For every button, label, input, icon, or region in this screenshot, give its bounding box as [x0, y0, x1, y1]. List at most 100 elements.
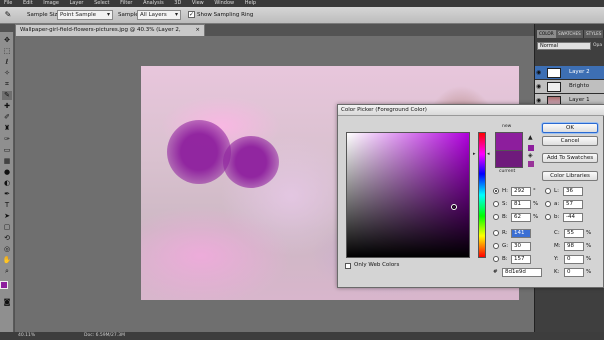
- lab-a-input[interactable]: 57: [563, 200, 583, 209]
- menu-layer[interactable]: Layer: [70, 0, 84, 6]
- pen-tool-icon[interactable]: ✒: [2, 190, 12, 199]
- menu-view[interactable]: View: [192, 0, 204, 6]
- brightness-radio[interactable]: [493, 214, 499, 220]
- document-tab[interactable]: Wallpaper-girl-field-flowers-pictures.jp…: [15, 24, 205, 44]
- blue-radio[interactable]: [493, 256, 499, 262]
- black-input[interactable]: 0: [564, 268, 584, 277]
- shape-tool-icon[interactable]: ▢: [2, 223, 12, 232]
- close-icon[interactable]: ×: [195, 25, 200, 36]
- eyedropper-icon[interactable]: ✎: [3, 10, 13, 19]
- quick-select-tool-icon[interactable]: ✧: [2, 69, 12, 78]
- eye-icon[interactable]: ◉: [536, 69, 543, 76]
- green-radio[interactable]: [493, 243, 499, 249]
- menu-window[interactable]: Window: [214, 0, 234, 6]
- current-color-swatch[interactable]: [495, 150, 523, 168]
- zoom-level[interactable]: 40.11%: [18, 332, 35, 340]
- tab-swatches[interactable]: SWATCHES: [556, 30, 584, 38]
- hue-input[interactable]: 292: [511, 187, 531, 196]
- hand-tool-icon[interactable]: ✋: [2, 256, 12, 265]
- type-tool-icon[interactable]: T: [2, 201, 12, 210]
- painted-purple-spot: [167, 120, 231, 184]
- green-input[interactable]: 30: [511, 242, 531, 251]
- hue-slider[interactable]: [478, 132, 486, 258]
- marquee-tool-icon[interactable]: ⬚: [2, 47, 12, 56]
- foreground-color-swatch[interactable]: [0, 281, 8, 289]
- eye-icon[interactable]: ◉: [536, 83, 543, 90]
- healing-brush-tool-icon[interactable]: ✚: [2, 102, 12, 111]
- red-radio[interactable]: [493, 230, 499, 236]
- web-safe-color-swatch[interactable]: [528, 161, 534, 167]
- layer-thumbnail: [547, 68, 561, 78]
- saturation-radio[interactable]: [493, 201, 499, 207]
- sample-select[interactable]: All Layers: [137, 10, 181, 20]
- layer-row[interactable]: ◉ Brighto: [535, 80, 604, 94]
- dialog-title[interactable]: Color Picker (Foreground Color): [338, 105, 604, 116]
- lab-b-input[interactable]: -44: [563, 213, 583, 222]
- gradient-tool-icon[interactable]: ▦: [2, 157, 12, 166]
- only-web-colors-checkbox[interactable]: [345, 263, 351, 269]
- blur-tool-icon[interactable]: ●: [2, 168, 12, 177]
- yellow-label: Y:: [554, 256, 559, 262]
- eyedropper-tool-icon[interactable]: ✎: [2, 91, 12, 100]
- menu-filter[interactable]: Filter: [120, 0, 132, 6]
- menu-select[interactable]: Select: [94, 0, 109, 6]
- color-libraries-button[interactable]: Color Libraries: [542, 171, 598, 181]
- history-brush-tool-icon[interactable]: ✑: [2, 135, 12, 144]
- tab-color[interactable]: COLOR: [537, 30, 557, 38]
- menu-image[interactable]: Image: [43, 0, 59, 6]
- menu-3d[interactable]: 3D: [174, 0, 181, 6]
- layer-row[interactable]: ◉ Layer 2: [535, 66, 604, 80]
- new-color-swatch: [495, 132, 523, 150]
- blend-mode-select[interactable]: Normal: [537, 42, 591, 50]
- blue-input[interactable]: 157: [511, 255, 531, 264]
- crop-tool-icon[interactable]: ⌗: [2, 80, 12, 89]
- gamut-color-swatch[interactable]: [528, 145, 534, 151]
- out-of-gamut-warning-icon[interactable]: ▲: [528, 135, 534, 141]
- menu-analysis[interactable]: Analysis: [143, 0, 164, 6]
- sample-size-select[interactable]: Point Sample: [57, 10, 113, 20]
- hue-radio[interactable]: [493, 188, 499, 194]
- red-input[interactable]: 141: [511, 229, 531, 238]
- clone-stamp-tool-icon[interactable]: ♜: [2, 124, 12, 133]
- cyan-label: C:: [554, 230, 560, 236]
- zoom-tool-icon[interactable]: ⌕: [2, 267, 12, 276]
- add-to-swatches-button[interactable]: Add To Swatches: [542, 153, 598, 163]
- lab-b-field-row: b: -44: [545, 213, 595, 222]
- hue-slider-left-arrow-icon[interactable]: ▸: [473, 151, 476, 157]
- quick-mask-icon[interactable]: ◙: [2, 298, 12, 307]
- hex-prefix: #: [493, 269, 498, 275]
- lab-l-label: L:: [554, 188, 559, 194]
- 3d-orbit-tool-icon[interactable]: ◎: [2, 245, 12, 254]
- saturation-brightness-field[interactable]: [346, 132, 470, 258]
- cyan-input[interactable]: 55: [564, 229, 584, 238]
- eye-icon[interactable]: ◉: [536, 97, 543, 104]
- hue-label: H:: [502, 188, 508, 194]
- hue-slider-right-arrow-icon[interactable]: ◂: [487, 151, 490, 157]
- yellow-input[interactable]: 0: [564, 255, 584, 264]
- lab-b-radio[interactable]: [545, 214, 551, 220]
- menu-file[interactable]: File: [4, 0, 12, 6]
- hue-unit: °: [533, 188, 536, 194]
- magenta-input[interactable]: 98: [564, 242, 584, 251]
- move-tool-icon[interactable]: ✥: [2, 36, 12, 45]
- lab-l-input[interactable]: 36: [563, 187, 583, 196]
- lab-l-radio[interactable]: [545, 188, 551, 194]
- brush-tool-icon[interactable]: ✐: [2, 113, 12, 122]
- saturation-input[interactable]: 81: [511, 200, 531, 209]
- color-picker-cursor[interactable]: [451, 204, 457, 210]
- brightness-input[interactable]: 62: [511, 213, 531, 222]
- 3d-rotate-tool-icon[interactable]: ⟲: [2, 234, 12, 243]
- hex-input[interactable]: 8d1e9d: [502, 268, 542, 277]
- cancel-button[interactable]: Cancel: [542, 136, 598, 146]
- menu-edit[interactable]: Edit: [23, 0, 33, 6]
- path-select-tool-icon[interactable]: ➤: [2, 212, 12, 221]
- eraser-tool-icon[interactable]: ▭: [2, 146, 12, 155]
- tab-styles[interactable]: STYLES: [584, 30, 604, 38]
- menu-help[interactable]: Help: [245, 0, 256, 6]
- show-sampling-ring-checkbox[interactable]: ✓: [188, 11, 195, 18]
- dodge-tool-icon[interactable]: ◐: [2, 179, 12, 188]
- lab-a-radio[interactable]: [545, 201, 551, 207]
- ok-button[interactable]: OK: [542, 123, 598, 133]
- lasso-tool-icon[interactable]: ℓ: [2, 58, 12, 67]
- web-safe-warning-icon[interactable]: ◈: [528, 153, 534, 159]
